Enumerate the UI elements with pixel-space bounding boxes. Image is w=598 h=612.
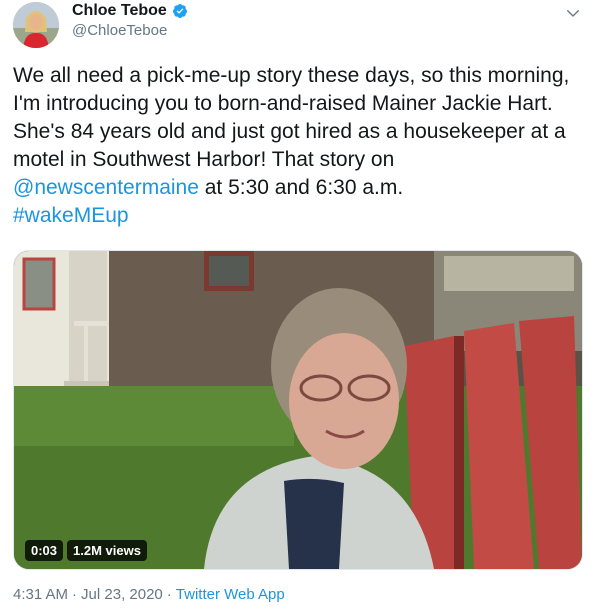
- tweet-time[interactable]: 4:31 AM: [13, 586, 68, 603]
- verified-badge-icon: [172, 4, 187, 18]
- mention-link[interactable]: @newscentermaine: [13, 176, 199, 199]
- author-handle[interactable]: @ChloeTeboe: [72, 22, 167, 39]
- source-app-link[interactable]: Twitter Web App: [176, 586, 285, 603]
- meta-separator: ·: [72, 586, 78, 603]
- hashtag-link[interactable]: #wakeMEup: [13, 204, 129, 227]
- video-views-badge: 1.2M views: [67, 540, 147, 561]
- tweet-meta: 4:31 AM · Jul 23, 2020 · Twitter Web App: [13, 586, 285, 603]
- author-name[interactable]: Chloe Teboe: [72, 2, 167, 20]
- tweet-date[interactable]: Jul 23, 2020: [81, 586, 163, 603]
- avatar[interactable]: [13, 2, 59, 48]
- tweet-text-part1: We all need a pick-me-up story these day…: [13, 64, 570, 171]
- video-time-badge: 0:03: [25, 540, 64, 561]
- avatar-image: [13, 2, 59, 48]
- tweet-text: We all need a pick-me-up story these day…: [13, 62, 583, 230]
- chevron-down-icon[interactable]: [564, 4, 582, 22]
- video-player[interactable]: 0:03 1.2M views: [13, 250, 583, 570]
- tweet-text-part2: at 5:30 and 6:30 a.m.: [198, 176, 404, 199]
- meta-separator-2: ·: [166, 586, 172, 603]
- video-thumbnail: [14, 251, 582, 569]
